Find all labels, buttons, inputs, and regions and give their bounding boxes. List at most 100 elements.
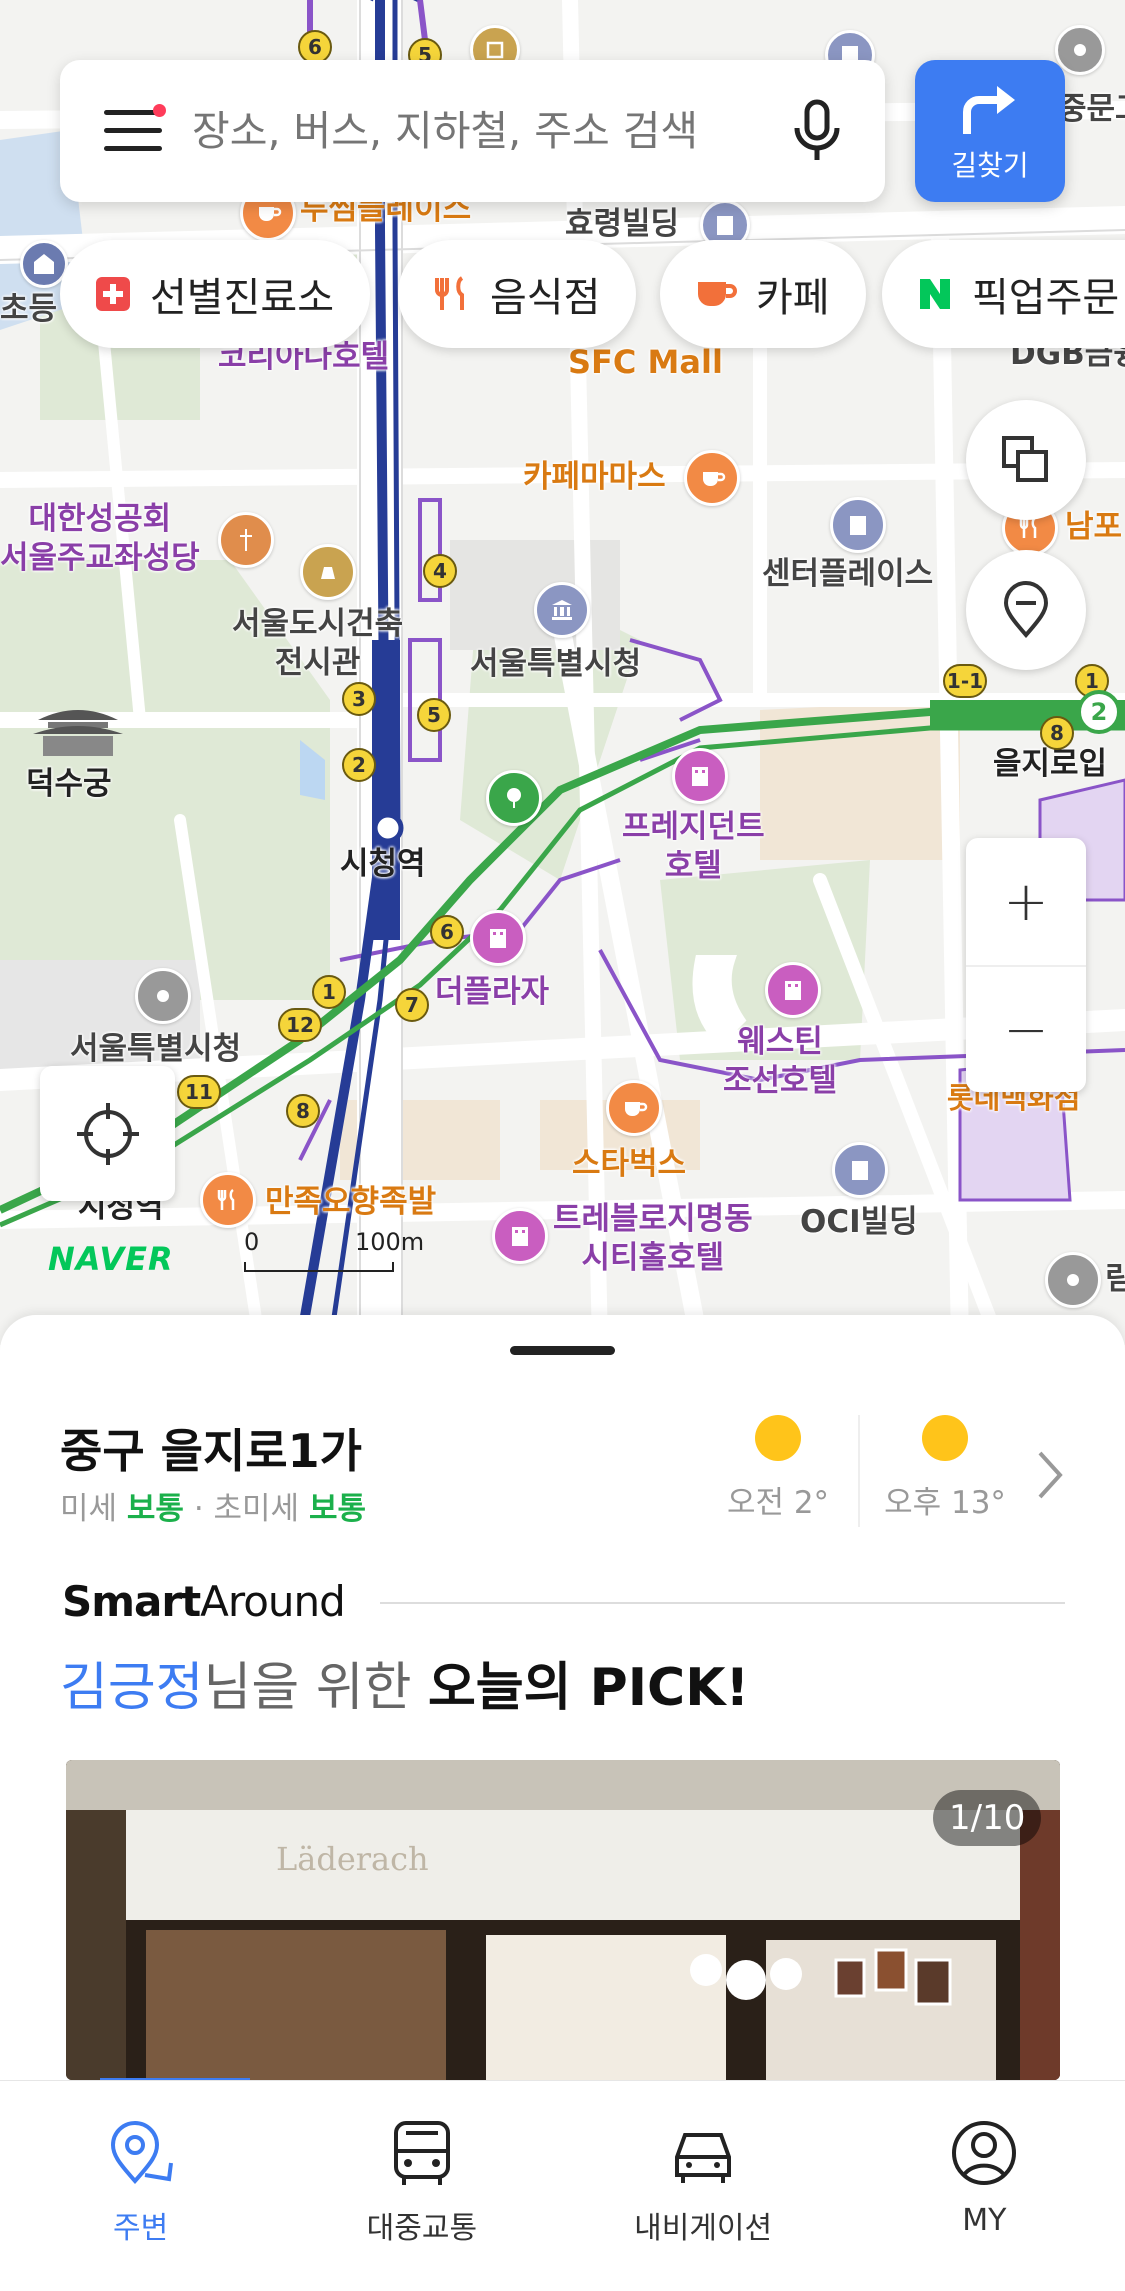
poi-label[interactable]: 만족오향족발 xyxy=(265,1183,436,1222)
chip-clinic[interactable]: 선별진료소 xyxy=(60,240,370,348)
chip-pickup[interactable]: 픽업주문 xyxy=(882,240,1125,348)
chip-restaurant[interactable]: 음식점 xyxy=(398,240,637,348)
naver-logo: NAVER xyxy=(48,1240,174,1278)
subway-exit-badge[interactable]: 2 xyxy=(342,748,376,782)
poi-label[interactable]: 웨스틴 조선호텔 xyxy=(723,1023,837,1101)
subway-exit-badge[interactable]: 12 xyxy=(278,1008,322,1042)
subway-exit-badge[interactable]: 6 xyxy=(298,30,332,64)
turn-arrow-icon xyxy=(963,86,1015,134)
chip-cafe[interactable]: 카페 xyxy=(660,240,866,348)
poi-label[interactable]: 림 xyxy=(1105,1260,1125,1299)
landmark-pin-icon[interactable] xyxy=(135,968,191,1024)
directions-label: 길찾기 xyxy=(951,149,1029,182)
subway-exit-badge[interactable]: 11 xyxy=(177,1075,221,1109)
subway-exit-badge[interactable]: 4 xyxy=(423,554,457,588)
dust-label: 미세 xyxy=(60,1491,118,1527)
current-location-button[interactable] xyxy=(40,1066,175,1201)
map-layers-button[interactable] xyxy=(966,400,1086,520)
subway-exit-badge[interactable]: 7 xyxy=(395,988,429,1022)
poi-label[interactable]: 더플라자 xyxy=(435,973,549,1012)
pick-card-image[interactable]: Läderach xyxy=(66,1760,1060,2080)
menu-icon[interactable] xyxy=(104,104,166,152)
landmark-pin-icon[interactable] xyxy=(1045,1252,1101,1308)
weather-afternoon[interactable]: 오후 13° xyxy=(875,1415,1015,1522)
sheet-drag-handle[interactable] xyxy=(510,1346,615,1355)
zoom-in-button[interactable]: + xyxy=(966,838,1086,965)
nav-item-transit[interactable]: 대중교통 xyxy=(281,2081,562,2291)
layers-icon xyxy=(1002,436,1048,482)
cafe-pin-icon[interactable] xyxy=(606,1080,662,1136)
building-pin-icon[interactable] xyxy=(830,497,886,553)
dust-value: 보통 xyxy=(126,1491,184,1527)
poi-label[interactable]: 을지로입 xyxy=(993,745,1107,784)
scale-distance: 100m xyxy=(355,1228,425,1256)
poi-label[interactable]: 중문고 xyxy=(1058,90,1125,129)
map-view[interactable]: 투썸플레이스 효령빌딩 초등 코리아나호텔 SFC Mall DGB금융 카페마… xyxy=(0,0,1125,1345)
restaurant-pin-icon[interactable] xyxy=(200,1172,256,1228)
park-pin-icon[interactable] xyxy=(486,770,542,826)
map-scale-bar: 0 100m xyxy=(240,1228,424,1272)
save-place-button[interactable] xyxy=(966,550,1086,670)
poi-label[interactable]: 효령빌딩 xyxy=(565,205,679,244)
poi-label[interactable]: OCI빌딩 xyxy=(800,1203,918,1242)
museum-pin-icon[interactable] xyxy=(300,544,356,600)
clinic-cross-icon xyxy=(94,275,132,313)
poi-label[interactable]: SFC Mall xyxy=(568,342,723,382)
chip-label: 픽업주문 xyxy=(972,275,1120,321)
directions-button[interactable]: 길찾기 xyxy=(915,60,1065,202)
poi-label[interactable]: 서울특별시청 xyxy=(70,1030,241,1069)
chip-label: 선별진료소 xyxy=(150,275,334,321)
subway-exit-badge[interactable]: 1 xyxy=(312,975,346,1009)
poi-label[interactable]: 서울특별시청 xyxy=(470,645,641,684)
hotel-pin-icon[interactable] xyxy=(470,910,526,966)
scale-zero: 0 xyxy=(244,1228,260,1256)
building-pin-icon[interactable] xyxy=(832,1142,888,1198)
line-2-station-badge[interactable]: 2 xyxy=(1077,690,1121,734)
section-divider xyxy=(380,1602,1065,1604)
weather-morning[interactable]: 오전 2° xyxy=(708,1415,848,1522)
hotel-pin-icon[interactable] xyxy=(492,1208,548,1264)
poi-label[interactable]: 카페마마스 xyxy=(523,458,666,497)
poi-label[interactable]: 남포 xyxy=(1065,508,1122,547)
palace-icon[interactable] xyxy=(28,700,128,760)
cafe-pin-icon[interactable] xyxy=(684,450,740,506)
poi-label[interactable]: 초등 xyxy=(0,290,57,329)
hotel-pin-icon[interactable] xyxy=(765,962,821,1018)
nav-label: 주변 xyxy=(113,2211,169,2246)
subway-exit-badge[interactable]: 8 xyxy=(1040,716,1074,750)
subway-exit-badge[interactable]: 8 xyxy=(286,1094,320,1128)
zoom-out-button[interactable]: − xyxy=(966,965,1086,1092)
church-pin-icon[interactable] xyxy=(218,512,274,568)
hotel-pin-icon[interactable] xyxy=(672,748,728,804)
weather-morning-temp: 오전 2° xyxy=(726,1485,830,1521)
chip-label: 음식점 xyxy=(490,275,601,321)
poi-label[interactable]: 서울도시건축 전시관 xyxy=(232,605,403,683)
nav-label: MY xyxy=(962,2203,1007,2238)
subway-exit-badge[interactable]: 3 xyxy=(342,682,376,716)
poi-label[interactable]: 프레지던트 호텔 xyxy=(622,808,765,886)
subway-exit-badge[interactable]: 6 xyxy=(430,915,464,949)
microphone-icon[interactable] xyxy=(787,96,847,166)
smart-around-logo: SmartAround xyxy=(62,1577,346,1626)
chevron-right-icon[interactable] xyxy=(1030,1445,1070,1505)
poi-label[interactable]: 스타벅스 xyxy=(572,1145,686,1184)
city-hall-pin-icon[interactable] xyxy=(534,582,590,638)
search-bar[interactable] xyxy=(60,60,885,202)
landmark-pin-icon[interactable] xyxy=(1055,25,1105,75)
car-icon xyxy=(675,2133,732,2183)
search-input[interactable] xyxy=(192,107,787,155)
station-label[interactable]: 시청역 xyxy=(340,845,426,884)
poi-label[interactable]: 센터플레이스 xyxy=(762,555,933,594)
crosshair-icon xyxy=(76,1102,139,1165)
poi-label[interactable]: 덕수궁 xyxy=(26,765,112,804)
cafe-cup-icon xyxy=(694,274,738,314)
subway-exit-badge[interactable]: 1-1 xyxy=(943,664,987,698)
nav-item-navigation[interactable]: 내비게이션 xyxy=(563,2081,844,2291)
zoom-control[interactable]: + − xyxy=(966,838,1086,1092)
nav-item-my[interactable]: MY xyxy=(844,2081,1125,2291)
nav-item-nearby[interactable]: 주변 xyxy=(0,2081,281,2291)
poi-label[interactable]: 대한성공회 서울주교좌성당 xyxy=(0,500,200,578)
poi-label[interactable]: 트레블로지명동 시티홀호텔 xyxy=(553,1200,753,1278)
subway-exit-badge[interactable]: 5 xyxy=(417,698,451,732)
store-photo: Läderach xyxy=(66,1760,1060,2080)
